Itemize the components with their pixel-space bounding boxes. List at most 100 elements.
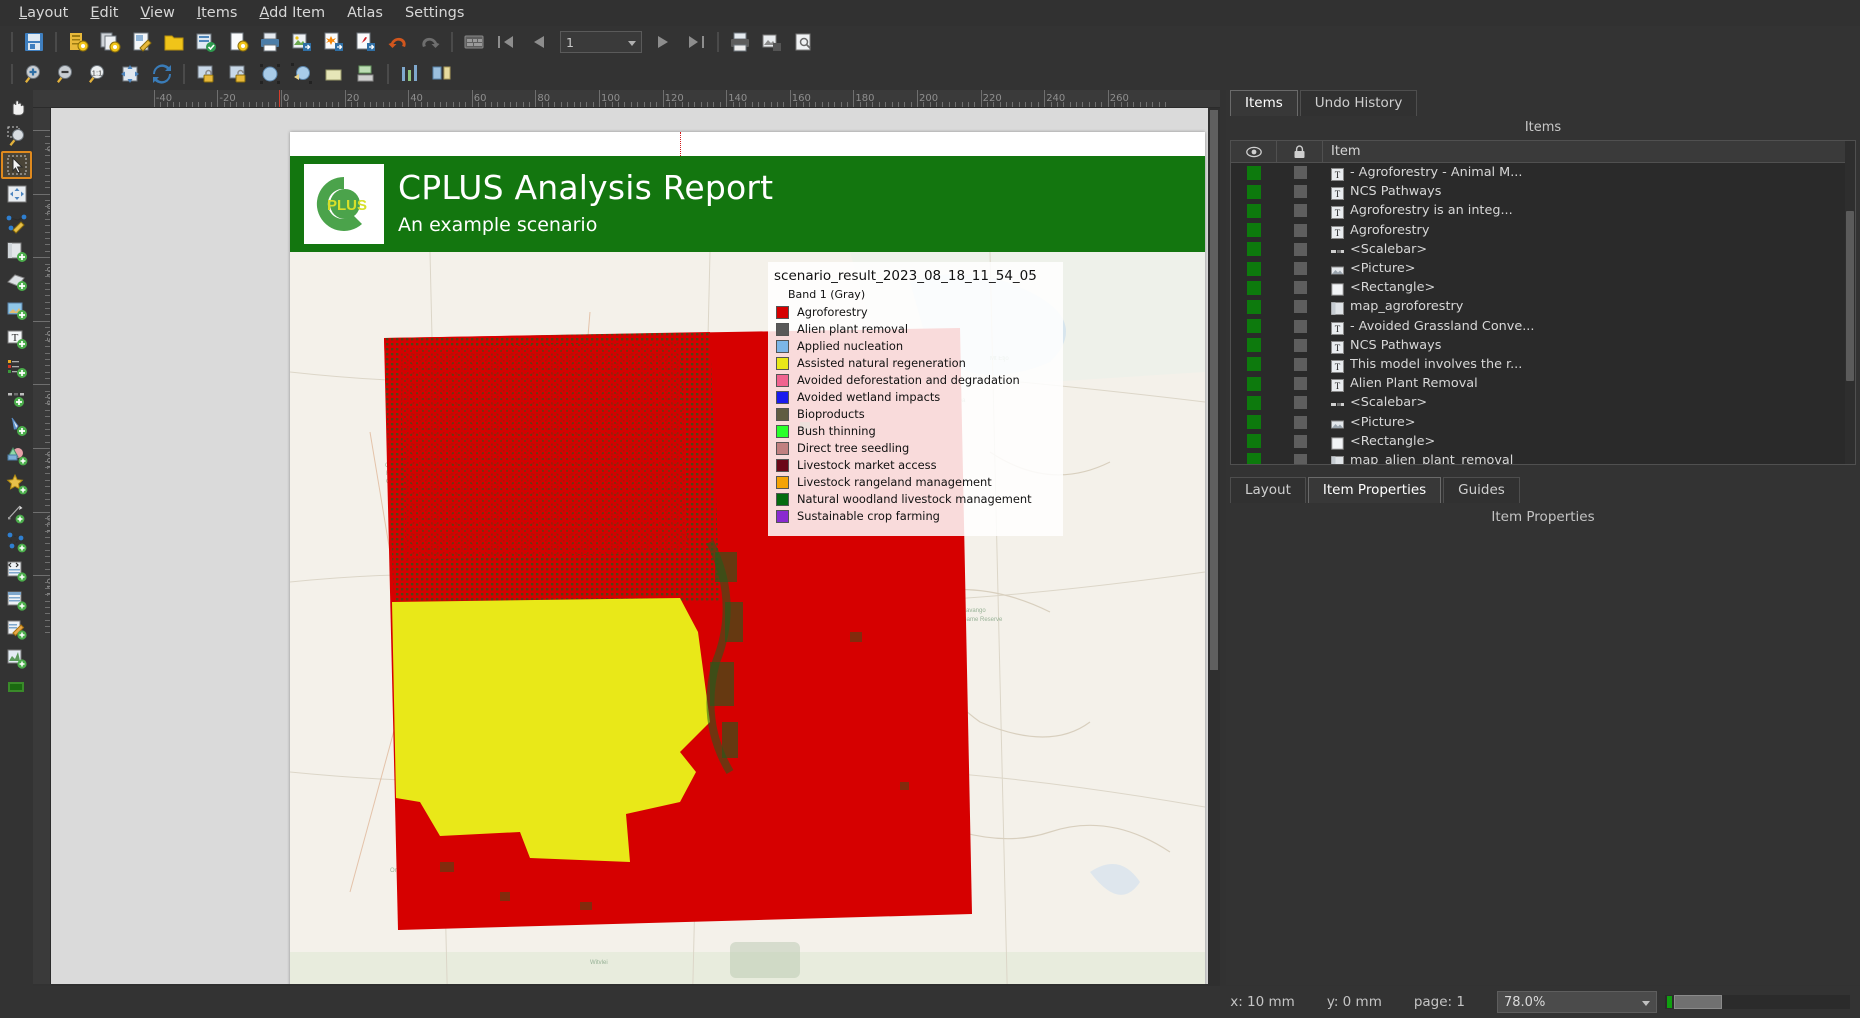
add-elevation-profile-button[interactable]	[1, 644, 32, 672]
atlas-prev-feature-button[interactable]	[523, 28, 553, 56]
item-name-cell[interactable]: <Scalebar>	[1323, 395, 1855, 410]
group-items-button[interactable]	[255, 60, 285, 88]
items-tree-row[interactable]: <Picture>	[1231, 259, 1855, 278]
item-visibility-cell[interactable]	[1231, 299, 1277, 314]
item-lock-checkbox[interactable]	[1293, 338, 1307, 352]
items-tree-row[interactable]: T - Agroforestry - Animal M...	[1231, 163, 1855, 182]
add-arrow-button[interactable]	[1, 499, 32, 527]
item-visibility-cell[interactable]	[1231, 395, 1277, 410]
item-lock-cell[interactable]	[1277, 453, 1323, 464]
item-lock-cell[interactable]	[1277, 319, 1323, 333]
menu-settings[interactable]: Settings	[394, 2, 475, 24]
menu-atlas[interactable]: Atlas	[336, 2, 394, 24]
new-from-template-button[interactable]	[223, 28, 253, 56]
item-visibility-checkbox[interactable]	[1247, 415, 1261, 430]
zoom-out-button[interactable]	[51, 60, 81, 88]
item-visibility-cell[interactable]	[1231, 357, 1277, 372]
item-name-cell[interactable]: T This model involves the r...	[1323, 357, 1855, 373]
item-name-cell[interactable]: map_alien_plant_removal	[1323, 453, 1855, 464]
canvas-vertical-scroll-thumb[interactable]	[1210, 110, 1218, 670]
report-header-banner[interactable]: PLUS CPLUS Analysis Report An example sc…	[290, 156, 1205, 252]
item-lock-checkbox[interactable]	[1293, 434, 1307, 448]
redo-button[interactable]	[415, 28, 445, 56]
item-name-cell[interactable]: <Scalebar>	[1323, 242, 1855, 257]
item-visibility-cell[interactable]	[1231, 261, 1277, 276]
item-lock-cell[interactable]	[1277, 415, 1323, 429]
column-header-visibility[interactable]	[1231, 141, 1277, 163]
items-tree-row[interactable]: T NCS Pathways	[1231, 182, 1855, 201]
add-attribute-table-button[interactable]	[1, 586, 32, 614]
item-name-cell[interactable]: T Agroforestry	[1323, 223, 1855, 239]
save-layout-button[interactable]	[19, 28, 49, 56]
item-visibility-checkbox[interactable]	[1247, 261, 1261, 276]
item-visibility-cell[interactable]	[1231, 319, 1277, 334]
item-visibility-cell[interactable]	[1231, 434, 1277, 449]
item-visibility-checkbox[interactable]	[1247, 395, 1261, 410]
item-visibility-checkbox[interactable]	[1247, 203, 1261, 218]
atlas-next-feature-button[interactable]	[649, 28, 679, 56]
tab-item-properties[interactable]: Item Properties	[1307, 477, 1442, 503]
items-tree-row[interactable]: T Agroforestry	[1231, 221, 1855, 240]
zoom-slider-thumb[interactable]	[1674, 995, 1722, 1009]
item-lock-cell[interactable]	[1277, 185, 1323, 199]
vertical-ruler[interactable]: 020406080100120140	[33, 108, 51, 984]
item-visibility-cell[interactable]	[1231, 338, 1277, 353]
item-lock-cell[interactable]	[1277, 357, 1323, 371]
zoom-full-button[interactable]	[115, 60, 145, 88]
items-tree-row[interactable]: map_alien_plant_removal	[1231, 451, 1855, 464]
map-frame[interactable]: Gobabis Rural Constituency Otjozondjupa …	[290, 252, 1205, 984]
menu-layout[interactable]: Layout	[8, 2, 79, 24]
lock-items-button[interactable]	[191, 60, 221, 88]
zoom-slider[interactable]	[1665, 995, 1850, 1009]
item-visibility-checkbox[interactable]	[1247, 184, 1261, 199]
unlock-items-button[interactable]	[223, 60, 253, 88]
item-visibility-cell[interactable]	[1231, 453, 1277, 464]
menu-view[interactable]: View	[129, 2, 185, 24]
add-scalebar-button[interactable]	[1, 383, 32, 411]
item-lock-checkbox[interactable]	[1293, 262, 1307, 276]
zoom-actual-size-button[interactable]: 1:1	[83, 60, 113, 88]
item-name-cell[interactable]: T NCS Pathways	[1323, 184, 1855, 201]
item-lock-cell[interactable]	[1277, 204, 1323, 218]
layout-page[interactable]: PLUS CPLUS Analysis Report An example sc…	[290, 132, 1205, 984]
item-lock-checkbox[interactable]	[1293, 357, 1307, 371]
item-visibility-cell[interactable]	[1231, 280, 1277, 295]
item-visibility-checkbox[interactable]	[1247, 299, 1261, 314]
item-lock-checkbox[interactable]	[1293, 319, 1307, 333]
item-visibility-cell[interactable]	[1231, 415, 1277, 430]
zoom-level-combo[interactable]: 78.0%	[1497, 991, 1657, 1013]
item-visibility-checkbox[interactable]	[1247, 242, 1261, 257]
select-move-item-tool-button[interactable]	[1, 151, 32, 179]
item-name-cell[interactable]: T - Agroforestry - Animal M...	[1323, 165, 1855, 182]
add-picture-button[interactable]	[1, 296, 32, 324]
tab-items[interactable]: Items	[1230, 90, 1298, 116]
items-tree-row[interactable]: <Scalebar>	[1231, 240, 1855, 259]
atlas-first-feature-button[interactable]	[491, 28, 521, 56]
item-lock-checkbox[interactable]	[1293, 300, 1307, 314]
item-lock-cell[interactable]	[1277, 223, 1323, 237]
items-tree-row[interactable]: T NCS Pathways	[1231, 336, 1855, 355]
edit-nodes-tool-button[interactable]	[1, 209, 32, 237]
item-lock-checkbox[interactable]	[1293, 281, 1307, 295]
save-template-button[interactable]	[191, 28, 221, 56]
item-name-cell[interactable]: <Rectangle>	[1323, 280, 1855, 296]
item-visibility-cell[interactable]	[1231, 184, 1277, 199]
item-lock-checkbox[interactable]	[1293, 377, 1307, 391]
item-lock-checkbox[interactable]	[1293, 453, 1307, 464]
item-lock-checkbox[interactable]	[1293, 415, 1307, 429]
items-tree-row[interactable]: T This model involves the r...	[1231, 355, 1855, 374]
item-lock-cell[interactable]	[1277, 281, 1323, 295]
refresh-view-button[interactable]	[147, 60, 177, 88]
item-name-cell[interactable]: T NCS Pathways	[1323, 338, 1855, 354]
column-header-item[interactable]: Item	[1323, 144, 1855, 159]
item-lock-cell[interactable]	[1277, 434, 1323, 448]
item-lock-checkbox[interactable]	[1293, 204, 1307, 218]
item-lock-checkbox[interactable]	[1293, 242, 1307, 256]
item-name-cell[interactable]: <Picture>	[1323, 261, 1855, 276]
items-tree-scroll-thumb[interactable]	[1846, 211, 1854, 381]
open-template-button[interactable]	[159, 28, 189, 56]
item-lock-checkbox[interactable]	[1293, 223, 1307, 237]
item-visibility-cell[interactable]	[1231, 203, 1277, 218]
item-visibility-checkbox[interactable]	[1247, 319, 1261, 334]
item-name-cell[interactable]: T - Avoided Grassland Conve...	[1323, 319, 1855, 335]
